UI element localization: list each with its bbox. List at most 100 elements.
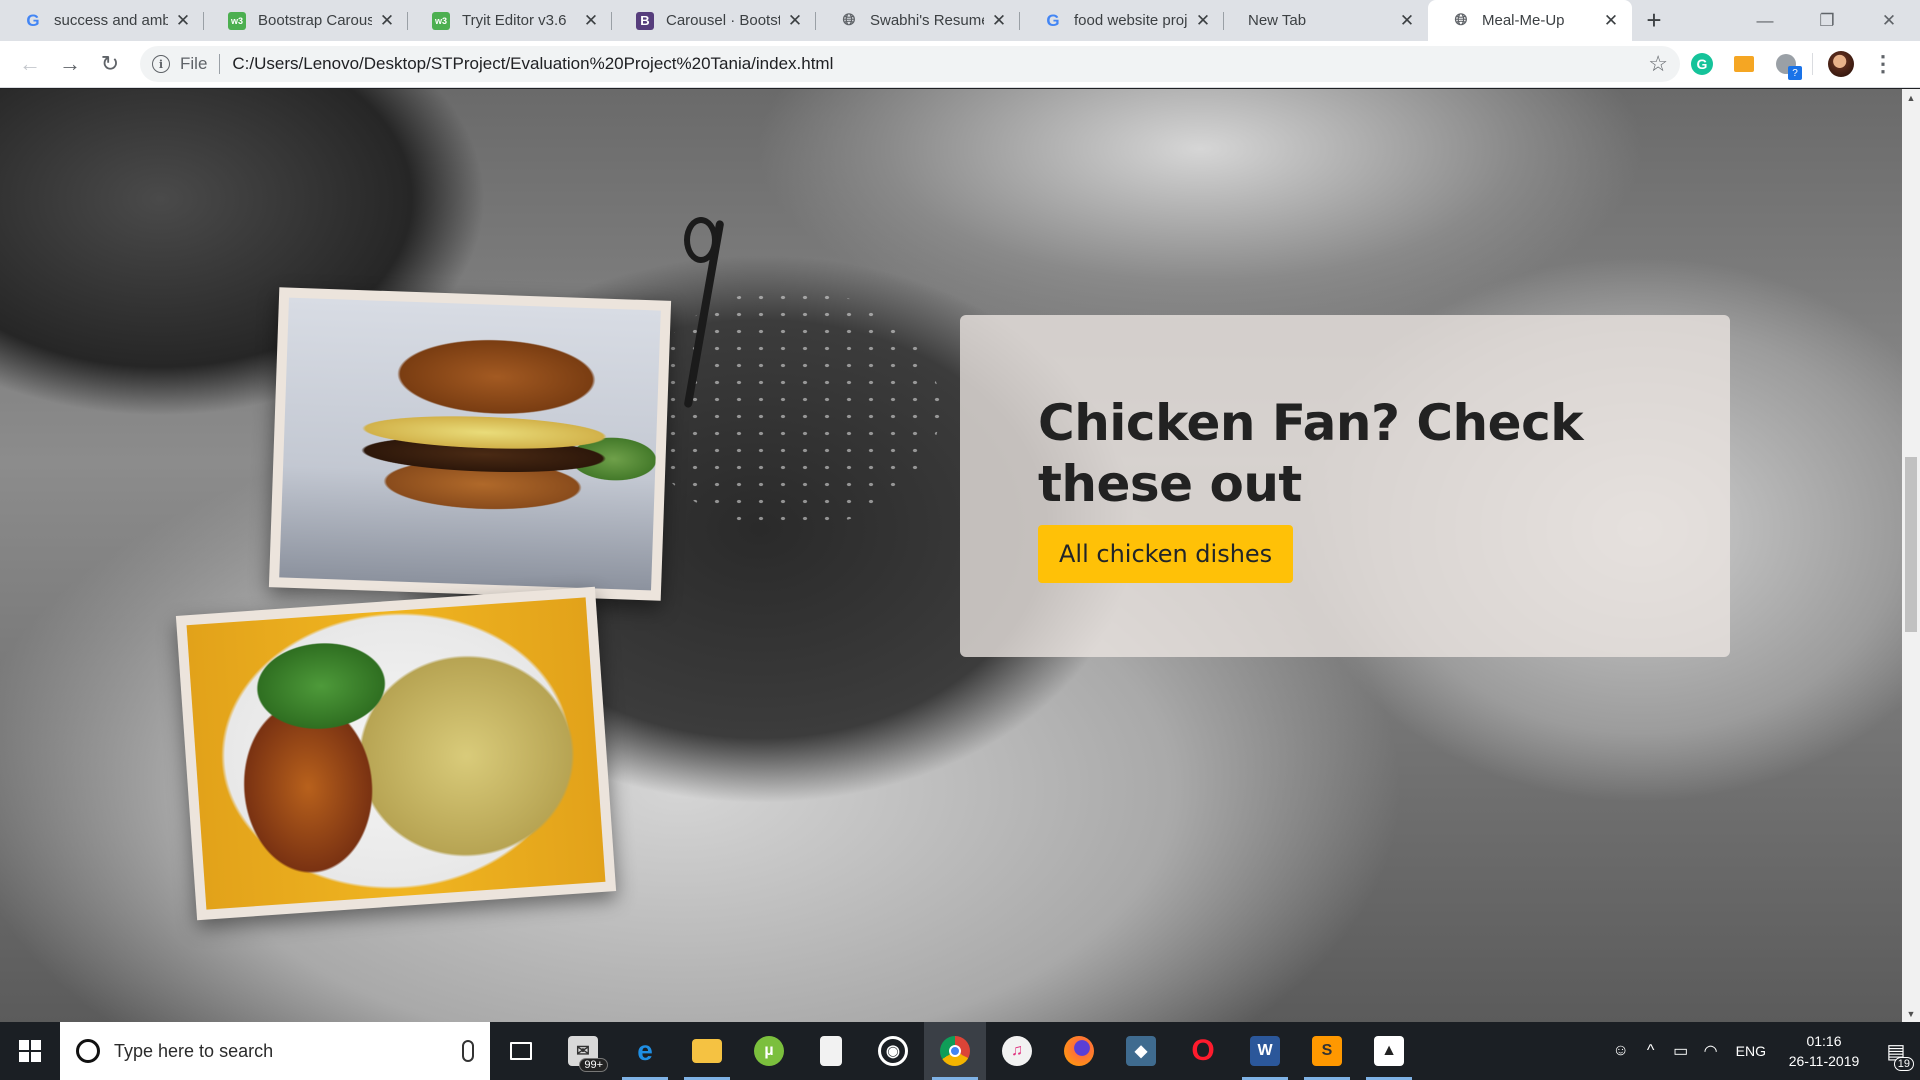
promo-heading: Chicken Fan? Check these out [1038,394,1583,513]
info-icon[interactable]: i [152,55,170,73]
taskbar-sublime-text[interactable]: S [1296,1022,1358,1080]
all-chicken-dishes-button[interactable]: All chicken dishes [1038,525,1294,583]
tab-title: success and ambit [54,12,168,29]
tab-tryit-editor[interactable]: w3 Tryit Editor v3.6 ✕ [408,0,612,41]
taskbar-search[interactable]: Type here to search [60,1022,490,1080]
chrome-menu-button[interactable]: ⋮ [1863,44,1903,84]
chrome-icon [940,1036,970,1066]
bootstrap-icon: B [636,11,654,30]
taskbar-mail[interactable]: ✉ 99+ [552,1022,614,1080]
taskbar-utorrent[interactable]: µ [738,1022,800,1080]
tab-bootstrap-carousel[interactable]: w3 Bootstrap Carouse ✕ [204,0,408,41]
close-icon[interactable]: ✕ [1602,11,1620,30]
background-photo-detail [684,217,718,263]
taskbar-chrome[interactable] [924,1022,986,1080]
chevron-up-icon[interactable]: ^ [1636,1042,1666,1060]
firefox-icon [1064,1036,1094,1066]
close-icon[interactable]: ✕ [1194,11,1212,30]
taskbar-photos[interactable]: ▲ [1358,1022,1420,1080]
word-icon: W [1250,1036,1280,1066]
divider [219,54,221,74]
new-tab-button[interactable]: + [1632,0,1676,41]
taskbar-mysql-workbench[interactable]: ◆ [1110,1022,1172,1080]
avatar [1828,51,1854,77]
minimize-icon[interactable]: — [1734,0,1796,41]
wifi-icon[interactable]: ◠ [1696,1041,1726,1061]
taskbar-edge[interactable]: e [614,1022,676,1080]
close-icon[interactable]: ✕ [174,11,192,30]
tab-food-website-project[interactable]: G food website proje ✕ [1020,0,1224,41]
start-button[interactable] [0,1022,60,1080]
extension-button[interactable] [1766,44,1806,84]
cortana-icon [76,1039,100,1063]
burger-photo [268,287,672,601]
battery-icon[interactable]: ▭ [1666,1041,1696,1061]
opera-icon: O [1191,1034,1215,1067]
tab-new-tab[interactable]: New Tab ✕ [1224,0,1428,41]
page-viewport: Chicken Fan? Check these out All chicken… [0,89,1902,1022]
system-tray: ☺ ^ ▭ ◠ ENG 01:16 26-11-2019 ▤ 19 [1606,1022,1920,1080]
url-text[interactable]: C:/Users/Lenovo/Desktop/STProject/Evalua… [232,54,1648,74]
reload-button[interactable]: ↻ [90,44,130,84]
folder-icon [692,1039,722,1063]
tab-meal-me-up[interactable]: 🌐︎ Meal-Me-Up ✕ [1428,0,1632,41]
scrollbar-thumb[interactable] [1905,457,1917,632]
kebab-menu-icon: ⋮ [1872,51,1894,76]
close-icon[interactable]: ✕ [582,11,600,30]
taskbar-notepad[interactable] [800,1022,862,1080]
tab-title: Swabhi's Resume [870,12,984,29]
promo-card: Chicken Fan? Check these out All chicken… [960,315,1730,657]
clock-time: 01:16 [1806,1033,1842,1049]
restore-icon[interactable]: ❐ [1796,0,1858,41]
grammarly-icon: G [1691,53,1713,75]
photos-icon: ▲ [1374,1036,1404,1066]
taskbar-firefox[interactable] [1048,1022,1110,1080]
tab-title: Bootstrap Carouse [258,12,372,29]
extension-icon [1734,56,1754,72]
task-view-button[interactable] [490,1022,552,1080]
scroll-up-icon[interactable]: ▲ [1902,89,1920,106]
google-icon: G [1046,10,1060,30]
address-bar[interactable]: i File C:/Users/Lenovo/Desktop/STProject… [140,46,1680,82]
close-icon[interactable]: ✕ [1398,11,1416,30]
taskbar-itunes[interactable]: ♫ [986,1022,1048,1080]
tab-success-and-ambition[interactable]: G success and ambit ✕ [0,0,204,41]
taskbar-file-explorer[interactable] [676,1022,738,1080]
close-icon[interactable]: ✕ [786,11,804,30]
bookmark-star-icon[interactable]: ☆ [1648,51,1668,77]
utorrent-icon: µ [754,1036,784,1066]
scroll-down-icon[interactable]: ▼ [1902,1005,1920,1022]
workbench-icon: ◆ [1126,1036,1156,1066]
close-icon[interactable]: ✕ [378,11,396,30]
music-icon: ♫ [1002,1036,1032,1066]
extension-help-icon [1776,54,1802,80]
back-button[interactable]: ← [10,44,50,84]
tab-title: Meal-Me-Up [1482,12,1565,29]
document-icon [820,1036,842,1066]
windows-taskbar: Type here to search ✉ 99+ e µ ◉ ♫ ◆ O W … [0,1022,1920,1080]
url-scheme: File [180,54,208,73]
microphone-icon[interactable] [462,1040,474,1062]
edge-icon: e [637,1035,653,1066]
extension-button[interactable] [1724,44,1764,84]
tab-title: food website proje [1074,12,1188,29]
taskbar-media-player[interactable]: ◉ [862,1022,924,1080]
google-icon: G [26,10,40,30]
tab-title: New Tab [1248,12,1307,29]
close-icon[interactable]: ✕ [990,11,1008,30]
action-center-button[interactable]: ▤ 19 [1872,1022,1920,1080]
clock[interactable]: 01:16 26-11-2019 [1776,1031,1872,1071]
forward-button[interactable]: → [50,44,90,84]
taskbar-word[interactable]: W [1234,1022,1296,1080]
tab-carousel-bootstrap[interactable]: B Carousel · Bootstra ✕ [612,0,816,41]
close-window-icon[interactable]: ✕ [1858,0,1920,41]
taskbar-opera[interactable]: O [1172,1022,1234,1080]
divider [1812,53,1813,75]
page-scrollbar[interactable]: ▲ ▼ [1902,89,1920,1022]
tab-swabhis-resume[interactable]: 🌐︎ Swabhi's Resume ✕ [816,0,1020,41]
people-icon[interactable]: ☺ [1606,1042,1636,1060]
grammarly-extension[interactable]: G [1682,44,1722,84]
language-indicator[interactable]: ENG [1726,1043,1776,1059]
profile-button[interactable] [1821,44,1861,84]
tab-strip: G success and ambit ✕ w3 Bootstrap Carou… [0,0,1920,41]
